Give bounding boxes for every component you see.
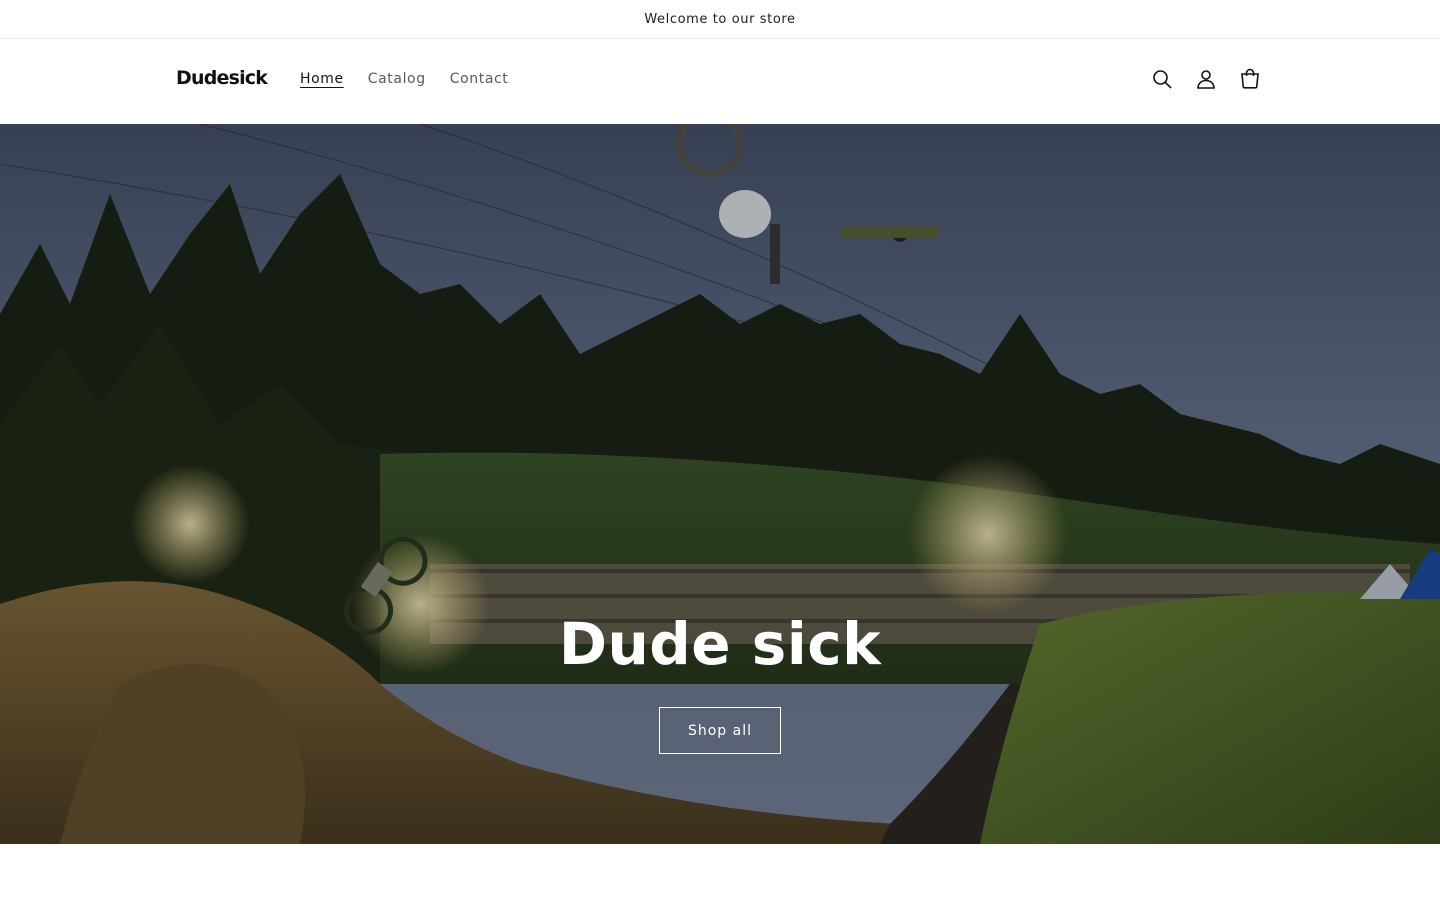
store-logo[interactable]: Dudesick bbox=[176, 67, 268, 89]
header-icons bbox=[1150, 67, 1262, 91]
main-nav: Home Catalog Contact bbox=[300, 71, 508, 87]
nav-contact-link[interactable]: Contact bbox=[450, 71, 509, 87]
announcement-text: Welcome to our store bbox=[644, 11, 796, 27]
search-icon[interactable] bbox=[1150, 67, 1174, 91]
nav-catalog-link[interactable]: Catalog bbox=[368, 71, 426, 87]
nav-home-link[interactable]: Home bbox=[300, 71, 344, 87]
page-content-below-hero bbox=[0, 844, 1440, 900]
cart-icon[interactable] bbox=[1238, 67, 1262, 91]
account-icon[interactable] bbox=[1194, 67, 1218, 91]
shop-all-button[interactable]: Shop all bbox=[659, 707, 781, 754]
site-header: Dudesick Home Catalog Contact bbox=[0, 39, 1440, 124]
hero-title: Dude sick bbox=[558, 610, 882, 678]
hero-banner: Dude sick Shop all bbox=[0, 124, 1440, 844]
announcement-bar: Welcome to our store bbox=[0, 0, 1440, 39]
